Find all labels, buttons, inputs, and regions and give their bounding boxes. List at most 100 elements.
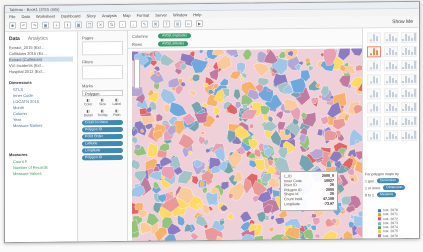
marks-pill[interactable]: Polygon ID — [82, 126, 123, 133]
map-polygon[interactable] — [320, 115, 329, 125]
highlight-icon[interactable]: ✎ — [141, 20, 148, 28]
marks-path-button[interactable]: ◧ Path — [111, 109, 123, 118]
map-polygon[interactable] — [350, 48, 362, 57]
map-polygon[interactable] — [216, 55, 232, 70]
show-me-chart-option[interactable] — [384, 60, 398, 72]
menu-item[interactable]: Story — [87, 13, 96, 18]
undo-icon[interactable]: ↶ — [20, 21, 27, 30]
dimension-field[interactable]: Measure Names — [13, 122, 69, 128]
show-me-chart-option[interactable] — [384, 74, 398, 86]
labels-icon[interactable]: T — [163, 20, 170, 28]
show-me-chart-option[interactable] — [384, 88, 398, 100]
menu-item[interactable]: Data — [21, 14, 29, 19]
map-polygon[interactable] — [191, 175, 199, 185]
map-polygon[interactable] — [320, 230, 338, 243]
map-polygon[interactable] — [240, 76, 244, 81]
menu-item[interactable]: Analysis — [102, 13, 117, 18]
map-polygon[interactable] — [132, 135, 138, 145]
menu-item[interactable]: Server — [155, 12, 167, 17]
group-icon[interactable]: ⌘ — [152, 20, 159, 28]
map-polygon[interactable] — [205, 148, 211, 153]
map-polygon[interactable] — [229, 70, 241, 80]
marks-pill[interactable]: Point Order — [82, 133, 123, 140]
show-me-chart-option[interactable] — [367, 88, 381, 100]
map-polygon[interactable] — [268, 226, 274, 233]
marks-pill[interactable]: Polygon ID — [82, 154, 123, 161]
map-polygon[interactable] — [225, 48, 239, 57]
fit-icon[interactable]: ▭ — [185, 20, 192, 28]
tab-data[interactable]: Data — [9, 36, 20, 42]
duplicate-icon[interactable]: ❐ — [86, 21, 93, 29]
dimension-field[interactable]: Inner Code — [13, 92, 69, 98]
show-me-chart-option[interactable] — [401, 45, 417, 58]
menu-item[interactable]: Worksheet — [36, 14, 55, 19]
map-polygon[interactable] — [233, 89, 241, 101]
data-source-item[interactable]: VVI Incidents (Ext... — [9, 62, 73, 68]
map-zoom-controls[interactable] — [134, 58, 140, 89]
show-me-chart-option[interactable] — [401, 87, 417, 100]
show-me-button[interactable]: Show Me — [392, 19, 413, 25]
marks-color-button[interactable]: ◧ Color — [82, 98, 94, 107]
map-polygon[interactable] — [187, 150, 192, 155]
map-polygon[interactable] — [220, 181, 230, 191]
map-polygon[interactable] — [249, 123, 254, 129]
dimension-field[interactable]: Month — [13, 104, 69, 110]
menu-item[interactable]: Format — [137, 13, 150, 18]
map-polygon[interactable] — [203, 56, 208, 61]
map-polygon[interactable] — [134, 202, 144, 211]
pages-shelf[interactable] — [82, 40, 123, 56]
marks-pill[interactable]: Latitude — [82, 140, 123, 147]
dimension-field[interactable]: Column — [13, 110, 69, 116]
show-me-chart-option[interactable] — [401, 59, 417, 72]
data-source-item[interactable]: Extract (Collisions) — [9, 56, 73, 63]
map-polygon[interactable] — [200, 130, 205, 135]
rows-shelf[interactable]: Rows AVG(Latitude) — [132, 40, 188, 47]
map-polygon[interactable] — [308, 65, 314, 72]
sort-desc-icon[interactable]: ↓ — [130, 20, 137, 28]
present-icon[interactable]: ▶ — [196, 20, 203, 28]
show-me-chart-option[interactable] — [401, 31, 417, 44]
clear-icon[interactable]: ✕ — [97, 21, 104, 29]
map-polygon[interactable] — [314, 233, 320, 239]
map-polygon[interactable] — [253, 62, 270, 77]
map-polygon[interactable] — [169, 101, 188, 117]
map-polygon[interactable] — [201, 204, 211, 215]
show-me-chart-option[interactable] — [384, 102, 398, 114]
show-me-chart-option[interactable] — [401, 129, 417, 142]
map-polygon[interactable] — [312, 217, 321, 226]
map-polygon[interactable] — [332, 118, 346, 130]
show-me-chart-option[interactable] — [384, 116, 398, 128]
show-me-chart-option[interactable] — [401, 115, 417, 128]
map-polygon[interactable] — [270, 215, 275, 221]
map-polygon[interactable] — [263, 49, 279, 65]
measure-field[interactable]: Count F — [13, 158, 69, 164]
map-polygon[interactable] — [226, 212, 235, 220]
map-polygon[interactable] — [311, 213, 317, 218]
map-polygon[interactable] — [177, 214, 186, 227]
data-source-item[interactable]: Extract_2015 (Ext... — [9, 44, 73, 50]
tableau-logo-icon[interactable]: ✱ — [9, 22, 16, 30]
map-polygon[interactable] — [155, 113, 164, 123]
map-polygon[interactable] — [189, 89, 198, 97]
measure-field[interactable]: Measure Values — [13, 170, 69, 176]
map-polygon[interactable] — [201, 186, 208, 194]
show-me-chart-option[interactable] — [401, 101, 417, 114]
map-polygon[interactable] — [213, 106, 222, 116]
new-worksheet-icon[interactable]: ▦ — [75, 21, 82, 29]
map-polygon[interactable] — [150, 60, 158, 67]
data-source-item[interactable]: Collisions 2015 (Ex... — [9, 50, 73, 56]
dimension-field[interactable]: STLS — [13, 86, 69, 92]
polygon-map[interactable] — [132, 48, 362, 243]
map-polygon[interactable] — [219, 78, 229, 86]
show-me-chart-option[interactable] — [384, 32, 398, 44]
rows-pill[interactable]: AVG(Latitude) — [158, 40, 188, 47]
map-polygon[interactable] — [211, 48, 225, 56]
marks-label-button[interactable]: ◧ Label — [111, 98, 123, 107]
columns-pill[interactable]: AVG(Longitude) — [158, 32, 191, 39]
filters-shelf[interactable] — [82, 64, 123, 80]
show-me-chart-option[interactable] — [367, 116, 381, 128]
menu-item[interactable]: File — [9, 14, 15, 19]
map-polygon[interactable] — [242, 48, 253, 61]
map-polygon[interactable] — [275, 110, 284, 120]
menu-item[interactable]: Dashboard — [61, 13, 81, 18]
